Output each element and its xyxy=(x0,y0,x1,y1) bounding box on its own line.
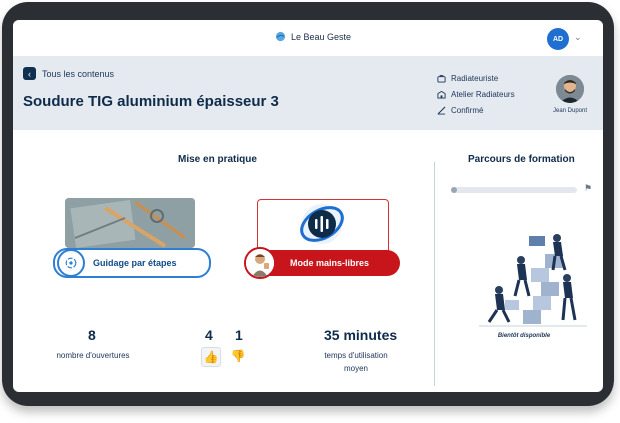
thumbs-up-icon[interactable]: 👍 xyxy=(201,347,221,367)
top-bar: Le Beau Geste AD ⌄ xyxy=(13,20,603,57)
trainer-name: Jean Dupont xyxy=(552,108,588,114)
hands-free-card[interactable] xyxy=(257,199,389,256)
coming-soon-label: Bientôt disponible xyxy=(497,333,551,339)
practice-title: Mise en pratique xyxy=(178,154,257,165)
openings-label: nombre d'ouvertures xyxy=(56,351,130,360)
user-avatar[interactable]: AD xyxy=(547,28,569,50)
screen: Le Beau Geste AD ⌄ ‹ Tous les contenus S… xyxy=(13,20,603,392)
briefcase-icon xyxy=(437,74,446,83)
meta-job: Radiateuriste xyxy=(437,70,515,86)
content-header: ‹ Tous les contenus Soudure TIG aluminiu… xyxy=(13,57,603,130)
training-progress-bar xyxy=(451,187,577,193)
tablet-frame: Le Beau Geste AD ⌄ ‹ Tous les contenus S… xyxy=(2,2,614,406)
likes-count: 4 xyxy=(205,327,213,343)
usage-time: 35 minutes xyxy=(324,327,398,343)
content-meta: Radiateuriste Atelier Radiateurs Confirm… xyxy=(437,70,515,118)
page-title: Soudure TIG aluminium épaisseur 3 xyxy=(23,93,279,110)
openings-count: 8 xyxy=(88,327,96,343)
thumbs-down-icon[interactable]: 👎 xyxy=(229,347,247,365)
app-name: Le Beau Geste xyxy=(291,31,352,42)
flag-icon: ⚑ xyxy=(584,183,593,193)
dislikes-count: 1 xyxy=(235,327,243,343)
chevron-left-icon[interactable]: ‹ xyxy=(23,67,36,80)
guided-steps-button[interactable]: Guidage par étapes xyxy=(53,248,211,278)
usage-label-line2: moyen xyxy=(343,364,368,373)
teamwork-illustration xyxy=(479,234,587,327)
globe-icon xyxy=(275,31,286,42)
hands-free-label: Mode mains-libres xyxy=(290,258,370,268)
level-icon xyxy=(437,106,446,115)
guide-card-image[interactable] xyxy=(65,198,195,248)
back-link[interactable]: ‹ Tous les contenus xyxy=(23,67,114,80)
meta-workshop: Atelier Radiateurs xyxy=(437,86,515,102)
worker-thumbs-up-icon xyxy=(244,247,276,279)
guided-steps-label: Guidage par étapes xyxy=(93,258,177,268)
trainer-profile[interactable]: Jean Dupont xyxy=(543,75,597,114)
meta-level: Confirmé xyxy=(437,102,515,118)
refresh-gear-icon xyxy=(57,249,85,277)
app-logo[interactable]: Le Beau Geste xyxy=(275,31,351,42)
training-path-title: Parcours de formation xyxy=(468,154,575,165)
hands-free-button[interactable]: Mode mains-libres xyxy=(244,247,400,279)
building-icon xyxy=(437,90,446,99)
chevron-down-icon[interactable]: ⌄ xyxy=(574,32,582,43)
column-divider xyxy=(434,162,435,386)
trainer-photo xyxy=(556,75,584,103)
voice-icon xyxy=(300,204,344,244)
progress-handle xyxy=(451,187,457,193)
back-label: Tous les contenus xyxy=(42,68,115,79)
usage-label-line1: temps d'utilisation xyxy=(324,351,388,360)
